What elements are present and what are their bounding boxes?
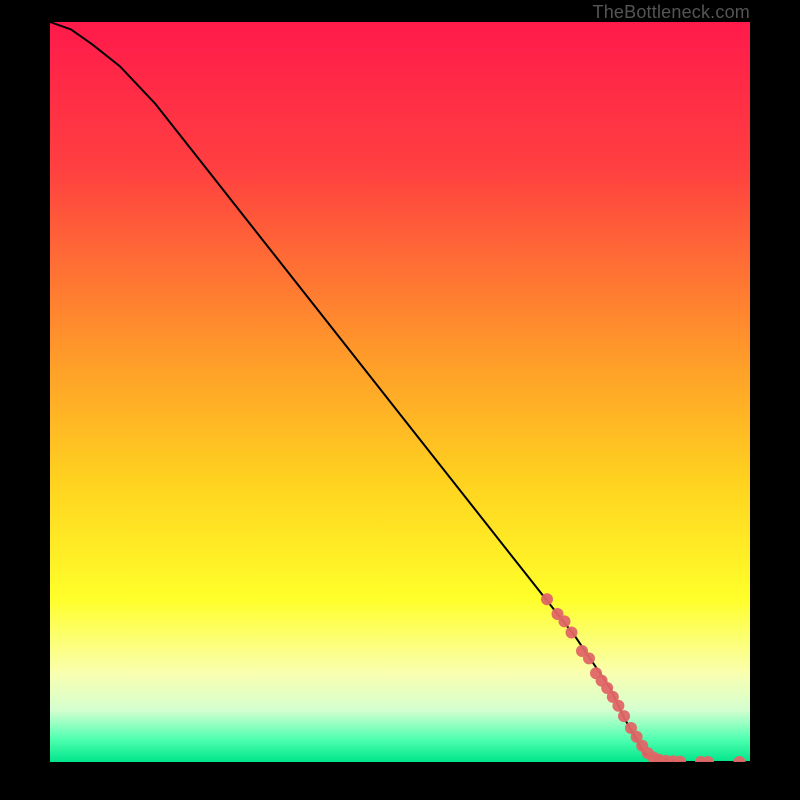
- plot-area: [50, 22, 750, 762]
- data-point: [612, 700, 624, 712]
- chart-stage: TheBottleneck.com: [0, 0, 800, 800]
- data-point: [559, 615, 571, 627]
- data-point: [618, 710, 630, 722]
- data-point: [541, 593, 553, 605]
- data-point: [566, 627, 578, 639]
- chart-svg: [50, 22, 750, 762]
- gradient-rect: [50, 22, 750, 762]
- watermark-text: TheBottleneck.com: [593, 2, 750, 23]
- data-point: [583, 652, 595, 664]
